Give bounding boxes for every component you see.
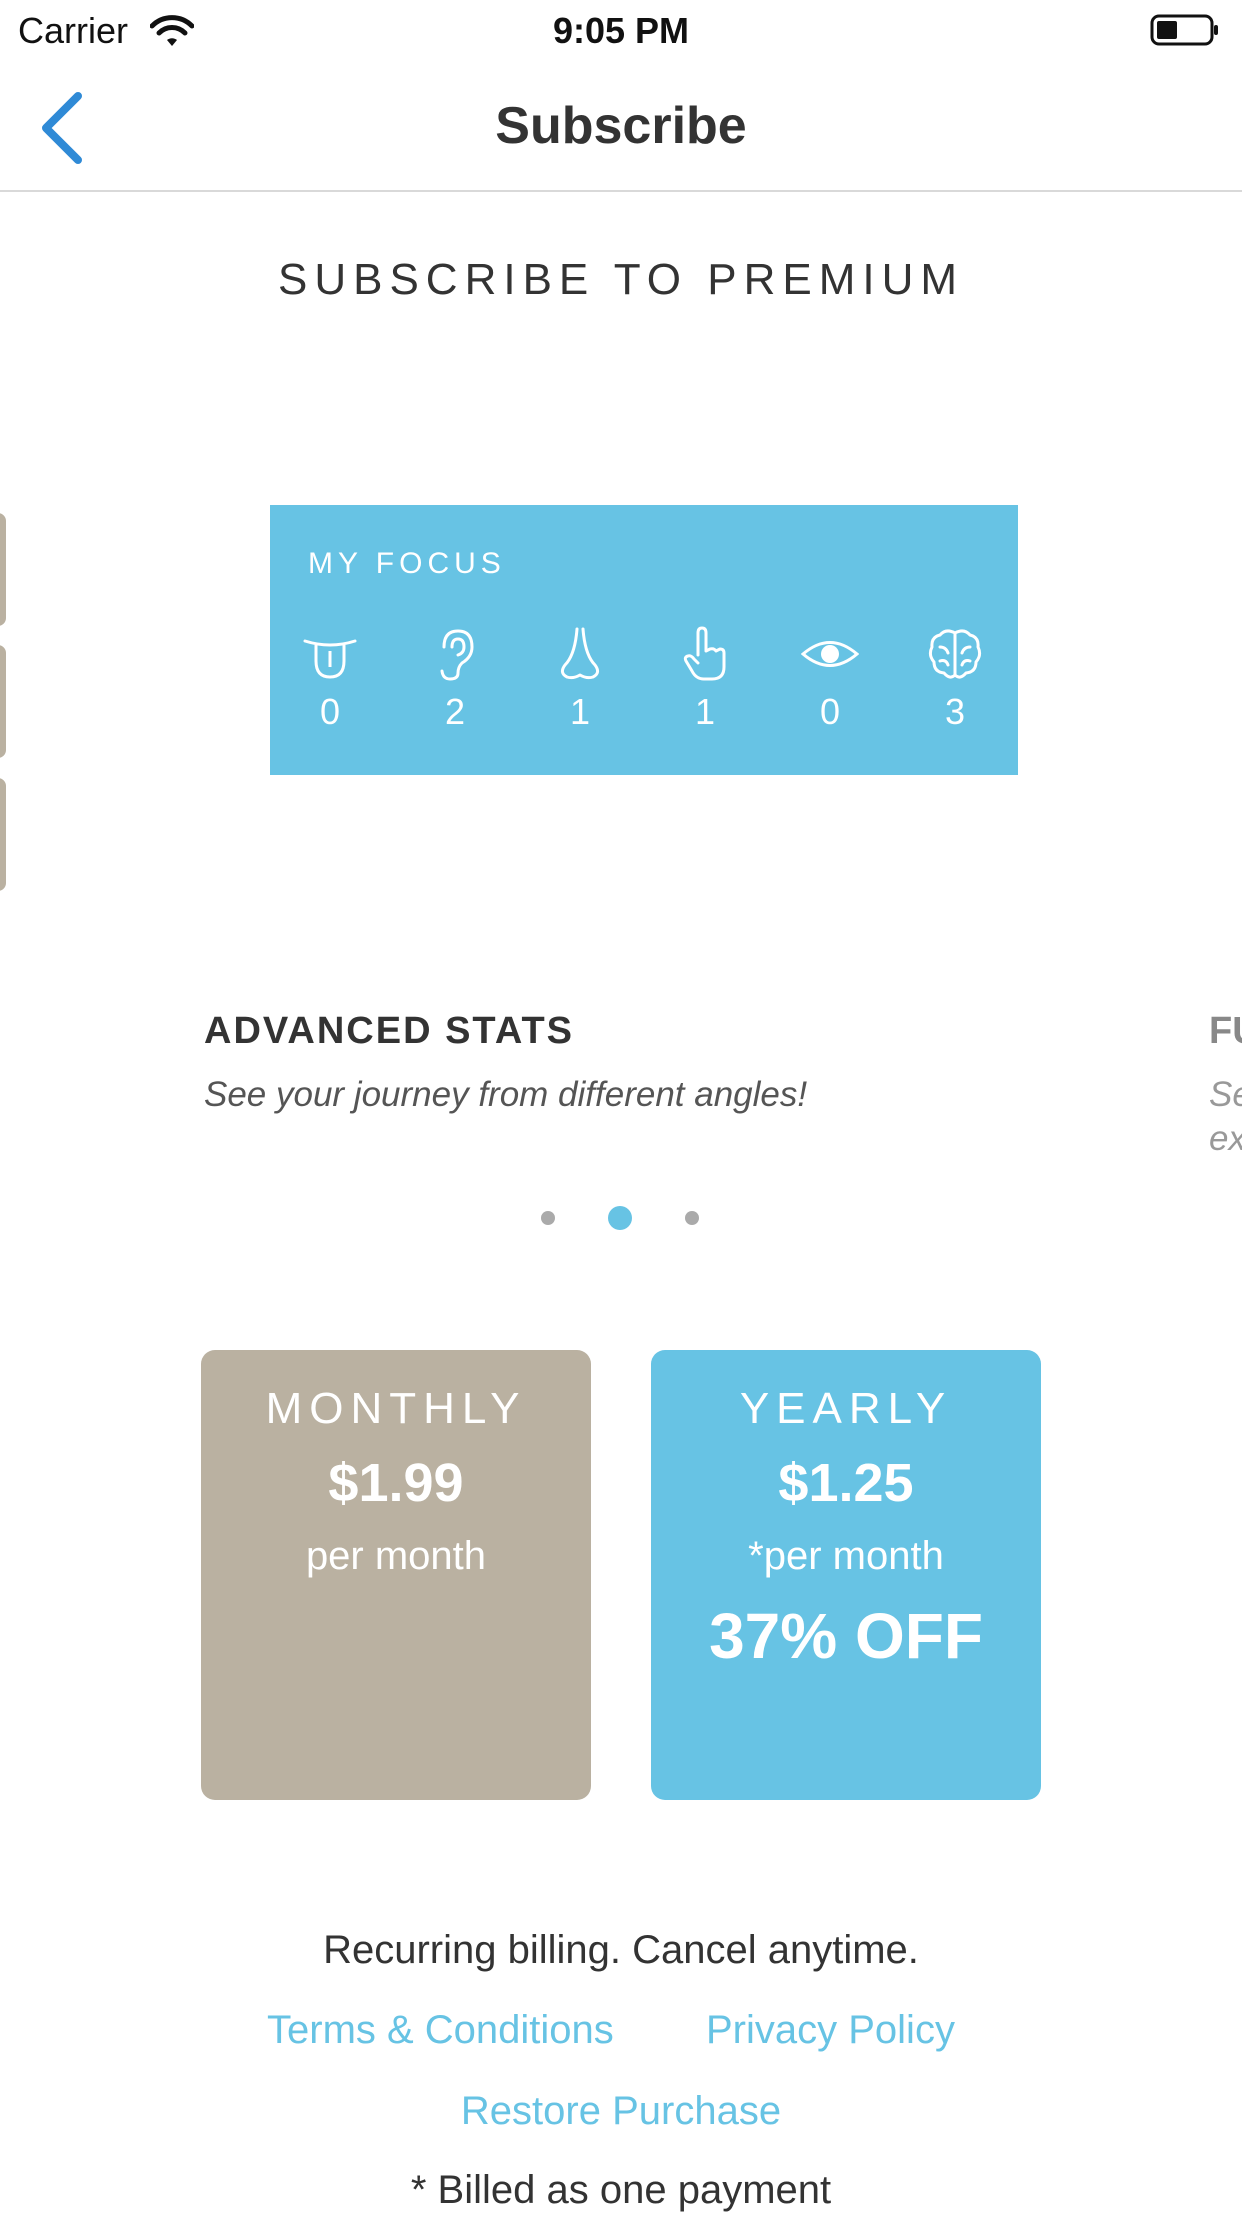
previous-slide-peek[interactable] — [0, 513, 6, 626]
my-focus-card: MY FOCUS 0 2 1 1 0 3 — [270, 505, 1018, 775]
yearly-plan-button[interactable]: YEARLY $1.25 *per month 37% OFF — [651, 1350, 1041, 1800]
brain-icon — [928, 629, 982, 679]
plan-period: *per month — [748, 1534, 944, 1578]
sense-sight: 0 — [780, 625, 880, 733]
eye-icon — [801, 641, 859, 667]
page-dot-2-active[interactable] — [608, 1206, 632, 1230]
sense-hearing: 2 — [405, 625, 505, 733]
hand-icon — [683, 626, 726, 681]
tongue-icon — [303, 639, 357, 679]
sense-touch: 1 — [655, 625, 755, 733]
sense-taste: 0 — [280, 625, 380, 733]
next-slide-title: FU — [1209, 1010, 1242, 1052]
plan-price: $1.99 — [328, 1453, 464, 1513]
page-heading: SUBSCRIBE TO PREMIUM — [277, 255, 965, 304]
plan-period: per month — [305, 1534, 487, 1578]
billing-footnote: * Billed as one payment — [410, 2168, 832, 2212]
battery-icon — [1150, 14, 1218, 46]
slide-title: ADVANCED STATS — [204, 1010, 574, 1052]
sense-count: 3 — [944, 691, 966, 732]
sense-count: 2 — [444, 691, 466, 732]
status-time: 9:05 PM — [552, 10, 690, 51]
sense-count: 1 — [569, 691, 591, 732]
plan-name: MONTHLY — [265, 1384, 527, 1433]
plan-price: $1.25 — [778, 1453, 914, 1513]
page-dot-1[interactable] — [541, 1211, 555, 1225]
previous-slide-peek[interactable] — [0, 778, 6, 891]
plan-name: YEARLY — [739, 1384, 953, 1433]
terms-link[interactable]: Terms & Conditions — [267, 2008, 614, 2053]
monthly-plan-button[interactable]: MONTHLY $1.99 per month — [201, 1350, 591, 1800]
slide-description: See your journey from different angles! — [204, 1075, 808, 1114]
sense-count: 1 — [694, 691, 716, 732]
next-slide-description: Se ex — [1209, 1075, 1242, 1158]
ear-icon — [440, 629, 474, 681]
billing-note: Recurring billing. Cancel anytime. — [323, 1928, 919, 1972]
previous-slide-peek[interactable] — [0, 645, 6, 758]
sense-count: 0 — [819, 691, 841, 732]
sense-count: 0 — [319, 691, 341, 732]
sense-mind: 3 — [905, 625, 1005, 733]
privacy-link[interactable]: Privacy Policy — [706, 2008, 955, 2053]
nose-icon — [560, 627, 600, 680]
sense-smell: 1 — [530, 625, 630, 733]
nav-title: Subscribe — [495, 97, 747, 155]
page-dot-3[interactable] — [685, 1211, 699, 1225]
nav-divider — [0, 190, 1242, 192]
restore-purchase-link[interactable]: Restore Purchase — [0, 2089, 1242, 2134]
discount-badge: 37% OFF — [709, 1600, 983, 1672]
focus-card-title: MY FOCUS — [308, 547, 506, 580]
